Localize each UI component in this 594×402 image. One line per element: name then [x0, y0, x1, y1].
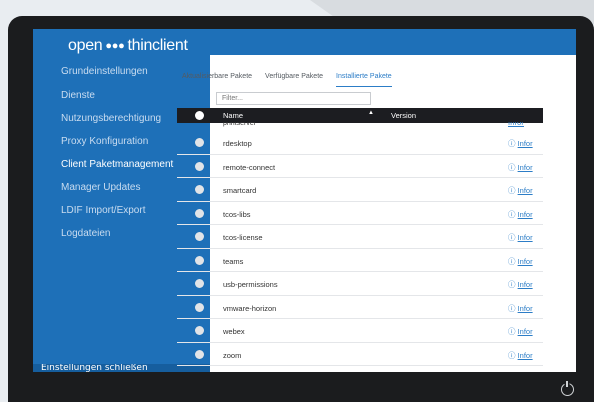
row-radio[interactable] [195, 208, 204, 218]
info-link[interactable]: ⓘ Infor [508, 209, 533, 220]
sidebar-item-dienste[interactable]: Dienste [61, 90, 95, 101]
package-name: teams [223, 256, 244, 266]
logo-text-thinclient: thinclient [127, 37, 188, 54]
info-link[interactable]: ⓘ Infor [508, 162, 533, 173]
package-name: tcos-libs [223, 209, 251, 219]
info-label: Infor [517, 139, 533, 148]
info-link[interactable]: ⓘ Infor [508, 303, 533, 314]
info-label: Infor [517, 209, 533, 219]
power-icon[interactable] [561, 381, 574, 396]
table-row[interactable]: teams ⓘ Infor [177, 249, 543, 272]
sort-asc-icon[interactable]: ▲ [368, 110, 374, 116]
partial-row-info-link[interactable]: Infor [508, 122, 524, 127]
info-label: Infor [517, 162, 533, 172]
info-label: Infor [517, 303, 533, 313]
info-icon: ⓘ [508, 186, 516, 195]
info-link[interactable]: ⓘ Infor [508, 350, 533, 361]
table-row[interactable]: usb-permissions ⓘ Infor [177, 272, 543, 296]
info-label: Infor [517, 233, 533, 242]
row-radio[interactable] [195, 326, 204, 335]
package-name: webex [223, 327, 245, 336]
sidebar-item-grundeinstellungen[interactable]: Grundeinstellungen [61, 66, 148, 77]
column-header-version[interactable]: Version [391, 111, 416, 120]
table-row[interactable]: smartcard ⓘ Infor [177, 178, 543, 202]
row-radio[interactable] [195, 185, 204, 194]
info-icon: ⓘ [508, 350, 516, 360]
tab-bar: Aktualisierbare Pakete Verfügbare Pakete… [182, 73, 392, 87]
row-radio[interactable] [195, 302, 204, 312]
package-name: rdesktop [223, 139, 252, 148]
info-link[interactable]: ⓘ Infor [508, 232, 533, 243]
logo-text-open: open [68, 37, 103, 54]
table-row[interactable]: zoom ⓘ Infor [177, 343, 543, 366]
info-link[interactable]: ⓘ Infor [508, 185, 533, 196]
partial-row-name: printserver [223, 122, 257, 127]
sidebar-item-manager-updates[interactable]: Manager Updates [61, 182, 141, 193]
filter-input[interactable]: Filter... [216, 92, 371, 105]
info-label: Infor [517, 327, 533, 336]
info-label: Infor [517, 256, 533, 266]
main-top-bar [210, 29, 576, 55]
info-label: Infor [517, 350, 533, 360]
close-settings-label: Einstellungen schließen [41, 364, 148, 372]
package-name: vmware-horizon [223, 303, 277, 313]
sidebar-item-proxy-konfiguration[interactable]: Proxy Konfiguration [61, 136, 148, 147]
table-row[interactable]: tcos-license ⓘ Infor [177, 225, 543, 249]
info-icon: ⓘ [508, 209, 516, 219]
sidebar-item-logdateien[interactable]: Logdateien [61, 228, 111, 239]
info-icon: ⓘ [508, 233, 516, 242]
tab-installierte-pakete[interactable]: Installierte Pakete [336, 73, 392, 87]
info-label: Infor [517, 186, 533, 195]
sidebar-item-nutzungsberechtigung[interactable]: Nutzungsberechtigung [61, 113, 161, 124]
table-row[interactable]: webex ⓘ Infor [177, 319, 543, 343]
sidebar-item-client-paketmanagement[interactable]: Client Paketmanagement [61, 159, 173, 170]
column-header-name[interactable]: Name [223, 111, 243, 120]
info-icon: ⓘ [508, 280, 516, 289]
info-link[interactable]: ⓘ Infor [508, 138, 533, 149]
tab-aktualisierbare-pakete[interactable]: Aktualisierbare Pakete [182, 73, 252, 87]
row-radio[interactable] [195, 255, 204, 265]
logo: open ●●● thinclient [68, 37, 188, 55]
select-all-radio[interactable] [195, 111, 204, 120]
info-label: Infor [517, 280, 533, 289]
info-link[interactable]: ⓘ Infor [508, 279, 533, 290]
package-name: remote-connect [223, 162, 276, 172]
package-name: zoom [223, 350, 242, 360]
row-radio[interactable] [195, 161, 204, 171]
info-link[interactable]: ⓘ Infor [508, 326, 533, 337]
package-table: rdesktop ⓘ Infor remote-connect ⓘ Infor … [177, 131, 543, 366]
package-name: usb-permissions [223, 280, 278, 289]
row-radio[interactable] [195, 349, 204, 359]
row-radio[interactable] [195, 138, 204, 147]
sidebar-item-ldif-import-export[interactable]: LDIF Import/Export [61, 205, 145, 216]
table-row[interactable]: remote-connect ⓘ Infor [177, 155, 543, 178]
table-row[interactable]: tcos-libs ⓘ Infor [177, 202, 543, 225]
info-icon: ⓘ [508, 256, 516, 266]
info-icon: ⓘ [508, 327, 516, 336]
package-name: tcos-license [223, 233, 263, 242]
info-icon: ⓘ [508, 303, 516, 313]
people-icon: ●●● [105, 40, 125, 52]
info-link[interactable]: ⓘ Infor [508, 256, 533, 267]
row-radio[interactable] [195, 279, 204, 288]
info-icon: ⓘ [508, 162, 516, 172]
tab-verfuegbare-pakete[interactable]: Verfügbare Pakete [265, 73, 323, 87]
table-row[interactable]: vmware-horizon ⓘ Infor [177, 296, 543, 319]
row-radio[interactable] [195, 232, 204, 241]
table-header: Name ▲ Version [177, 108, 543, 123]
package-name: smartcard [223, 186, 257, 195]
info-icon: ⓘ [508, 139, 516, 148]
table-row[interactable]: rdesktop ⓘ Infor [177, 131, 543, 155]
